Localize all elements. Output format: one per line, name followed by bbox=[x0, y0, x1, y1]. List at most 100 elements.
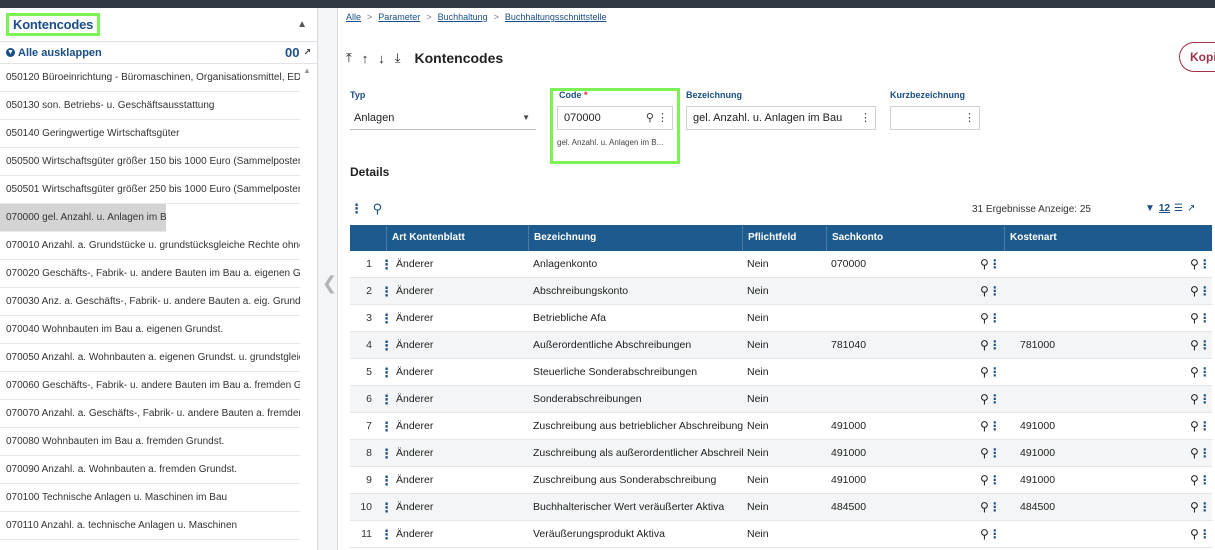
previous-record-icon[interactable]: ↑ bbox=[362, 51, 369, 66]
table-row[interactable]: 1 ⋮ Änderer Anlagenkonto Nein 070000 ⚲⋮ ⚲⋮ bbox=[350, 251, 1212, 278]
cell-kostenart[interactable]: 781000 bbox=[1020, 332, 1130, 359]
cell-sachkonto[interactable]: 491000 bbox=[831, 413, 941, 440]
search-icon[interactable]: ⚲⋮ bbox=[1190, 494, 1212, 521]
search-icon[interactable]: ⚲⋮ bbox=[980, 467, 1004, 494]
cell-bezeichnung[interactable]: Außerordentliche Abschreibungen bbox=[533, 332, 743, 359]
page-size-link[interactable]: 12 bbox=[1159, 203, 1170, 214]
search-icon[interactable]: ⚲⋮ bbox=[1190, 386, 1212, 413]
tree-item[interactable]: 070020 Geschäfts-, Fabrik- u. andere Bau… bbox=[0, 260, 300, 288]
breadcrumb-item-buchhaltung[interactable]: Buchhaltung bbox=[438, 12, 488, 22]
column-header-bezeichnung[interactable]: Bezeichnung bbox=[528, 225, 742, 251]
panel-splitter[interactable]: ❮ bbox=[318, 8, 338, 550]
cell-sachkonto[interactable] bbox=[831, 278, 941, 305]
page-size-dropdown-icon[interactable]: ▼ bbox=[1145, 203, 1155, 214]
column-header-pflichtfeld[interactable]: Pflichtfeld bbox=[742, 225, 826, 251]
search-icon[interactable]: ⚲⋮ bbox=[980, 305, 1004, 332]
more-vertical-icon[interactable]: ⋮ bbox=[380, 251, 390, 278]
cell-pflichtfeld[interactable]: Nein bbox=[747, 251, 823, 278]
tree-item[interactable]: 070040 Wohnbauten im Bau a. eigenen Grun… bbox=[0, 316, 300, 344]
tree-item[interactable]: 050500 Wirtschaftsgüter größer 150 bis 1… bbox=[0, 148, 300, 176]
cell-kostenart[interactable]: 484500 bbox=[1020, 494, 1130, 521]
more-vertical-icon[interactable]: ⋮ bbox=[380, 359, 390, 386]
cell-bezeichnung[interactable]: Zuschreibung aus betrieblicher Abschreib… bbox=[533, 413, 743, 440]
search-icon[interactable]: ⚲⋮ bbox=[1190, 278, 1212, 305]
cell-kostenart[interactable] bbox=[1020, 359, 1130, 386]
search-icon[interactable]: ⚲⋮ bbox=[980, 332, 1004, 359]
cell-sachkonto[interactable] bbox=[831, 305, 941, 332]
more-vertical-icon[interactable]: ⋮ bbox=[380, 386, 390, 413]
tree-item[interactable]: 050501 Wirtschaftsgüter größer 250 bis 1… bbox=[0, 176, 300, 204]
cell-sachkonto[interactable]: 484500 bbox=[831, 494, 941, 521]
more-vertical-icon[interactable]: ⋮ bbox=[380, 413, 390, 440]
more-vertical-icon[interactable]: ⋮ bbox=[380, 305, 390, 332]
search-icon[interactable]: ⚲⋮ bbox=[1190, 305, 1212, 332]
more-vertical-icon[interactable]: ⋮ bbox=[380, 467, 390, 494]
chevron-left-icon[interactable]: ❮ bbox=[322, 273, 337, 294]
first-record-icon[interactable]: ⤒ bbox=[346, 50, 352, 66]
table-row[interactable]: 8 ⋮ Änderer Zuschreibung als außerordentlic… bbox=[350, 440, 1212, 467]
tree-item[interactable]: 070050 Anzahl. a. Wohnbauten a. eigenen … bbox=[0, 344, 300, 372]
cell-sachkonto[interactable] bbox=[831, 386, 941, 413]
search-icon[interactable]: ⚲⋮ bbox=[1190, 413, 1212, 440]
cell-art[interactable]: Änderer bbox=[396, 521, 526, 548]
cell-sachkonto[interactable]: 070000 bbox=[831, 251, 941, 278]
cell-art[interactable]: Änderer bbox=[396, 386, 526, 413]
cell-pflichtfeld[interactable]: Nein bbox=[747, 494, 823, 521]
cell-art[interactable]: Änderer bbox=[396, 278, 526, 305]
breadcrumb-item-schnittstelle[interactable]: Buchhaltungsschnittstelle bbox=[505, 12, 607, 22]
tree-item[interactable]: 070010 Anzahl. a. Grundstücke u. grundst… bbox=[0, 232, 300, 260]
more-vertical-icon[interactable]: ⋮ bbox=[380, 494, 390, 521]
cell-bezeichnung[interactable]: Betriebliche Afa bbox=[533, 305, 743, 332]
cell-pflichtfeld[interactable]: Nein bbox=[747, 467, 823, 494]
expand-all-button[interactable]: ▼ Alle ausklappen bbox=[6, 47, 102, 59]
table-row[interactable]: 2 ⋮ Änderer Abschreibungskonto Nein ⚲⋮ ⚲⋮ bbox=[350, 278, 1212, 305]
cell-pflichtfeld[interactable]: Nein bbox=[747, 386, 823, 413]
search-icon[interactable]: ⚲⋮ bbox=[980, 494, 1004, 521]
layers-icon[interactable]: ☰ bbox=[1174, 203, 1183, 214]
cell-art[interactable]: Änderer bbox=[396, 494, 526, 521]
tree-item[interactable]: 050120 Büroeinrichtung - Büromaschinen, … bbox=[0, 64, 300, 92]
cell-art[interactable]: Änderer bbox=[396, 332, 526, 359]
column-header-art[interactable]: Art Kontenblatt bbox=[386, 225, 528, 251]
tree-item[interactable]: 050140 Geringwertige Wirtschaftsgüter bbox=[0, 120, 300, 148]
cell-bezeichnung[interactable]: Sonderabschreibungen bbox=[533, 386, 743, 413]
tree-item[interactable]: 070030 Anz. a. Geschäfts-, Fabrik- u. an… bbox=[0, 288, 300, 316]
cell-bezeichnung[interactable]: Steuerliche Sonderabschreibungen bbox=[533, 359, 743, 386]
table-row[interactable]: 11 ⋮ Änderer Veräußerungsprodukt Aktiva Nein… bbox=[350, 521, 1212, 548]
search-icon[interactable]: ⚲⋮ bbox=[1190, 440, 1212, 467]
cell-pflichtfeld[interactable]: Nein bbox=[747, 305, 823, 332]
column-header-sachkonto[interactable]: Sachkonto bbox=[826, 225, 1004, 251]
search-icon[interactable]: ⚲⋮ bbox=[1190, 467, 1212, 494]
tree-item[interactable]: 050130 son. Betriebs- u. Geschäftsaussta… bbox=[0, 92, 300, 120]
more-vertical-icon[interactable]: ⋮ bbox=[380, 440, 390, 467]
cell-pflichtfeld[interactable]: Nein bbox=[747, 413, 823, 440]
search-icon[interactable]: ⚲⋮ bbox=[980, 251, 1004, 278]
more-vertical-icon[interactable]: ⋮ bbox=[380, 332, 390, 359]
search-icon[interactable]: ⚲⋮ bbox=[980, 440, 1004, 467]
next-record-icon[interactable]: ↓ bbox=[378, 51, 385, 66]
cell-bezeichnung[interactable]: Buchhalterischer Wert veräußerter Aktiva bbox=[533, 494, 743, 521]
table-row[interactable]: 9 ⋮ Änderer Zuschreibung aus Sonderabschrei… bbox=[350, 467, 1212, 494]
search-icon[interactable]: ⚲⋮ bbox=[980, 413, 1004, 440]
maximize-icon[interactable]: ↗ bbox=[1187, 203, 1195, 214]
search-icon[interactable]: ⚲⋮ bbox=[980, 386, 1004, 413]
cell-sachkonto[interactable] bbox=[831, 521, 941, 548]
search-icon[interactable]: ⚲⋮ bbox=[980, 521, 1004, 548]
search-icon[interactable]: ⚲⋮ bbox=[1190, 332, 1212, 359]
search-icon[interactable]: ⚲ ⋮ bbox=[646, 107, 668, 129]
search-icon[interactable]: ⚲⋮ bbox=[1190, 521, 1212, 548]
column-header-kostenart[interactable]: Kostenart bbox=[1004, 225, 1212, 251]
search-icon[interactable]: ⚲⋮ bbox=[980, 278, 1004, 305]
cell-bezeichnung[interactable]: Abschreibungskonto bbox=[533, 278, 743, 305]
tree-item[interactable]: 070090 Anzahl. a. Wohnbauten a. fremden … bbox=[0, 456, 300, 484]
maximize-icon[interactable]: ↗ bbox=[303, 47, 311, 58]
tree-item[interactable]: 070060 Geschäfts-, Fabrik- u. andere Bau… bbox=[0, 372, 300, 400]
more-vertical-icon[interactable]: ⋮ bbox=[350, 201, 363, 216]
cell-bezeichnung[interactable]: Zuschreibung als außerordentlicher Absch… bbox=[533, 440, 743, 467]
last-record-icon[interactable]: ⤓ bbox=[395, 50, 401, 66]
tree-item[interactable]: 070110 Anzahl. a. technische Anlagen u. … bbox=[0, 512, 300, 540]
breadcrumb-item-parameter[interactable]: Parameter bbox=[378, 12, 420, 22]
copy-button[interactable]: Kopi bbox=[1179, 42, 1215, 72]
code-input[interactable]: 070000 ⚲ ⋮ bbox=[557, 106, 673, 130]
table-row[interactable]: 10 ⋮ Änderer Buchhalterischer Wert veräußer… bbox=[350, 494, 1212, 521]
